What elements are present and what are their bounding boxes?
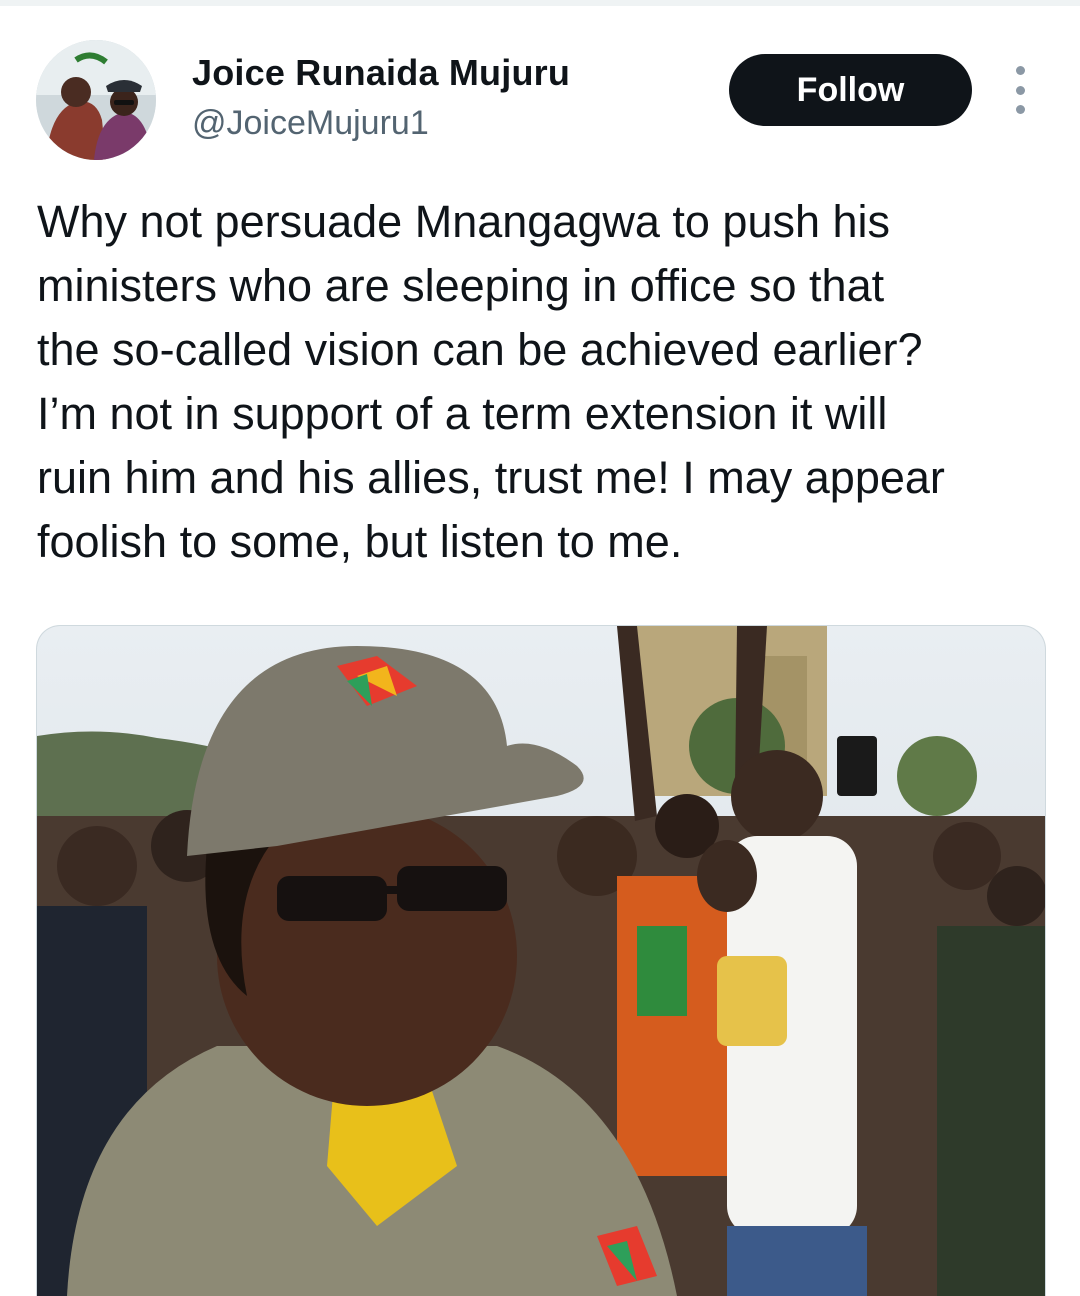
more-dot [1015,85,1025,95]
top-divider [0,0,1080,6]
more-dot [1015,66,1025,75]
tweet-text: Why not persuade Mnangagwa to push his m… [37,196,945,567]
author-name[interactable]: Joice Runaida Mujuru [192,52,570,94]
more-dot [1015,105,1025,114]
follow-button[interactable]: Follow [729,54,972,126]
avatar[interactable] [36,40,156,160]
more-vertical-icon[interactable] [1004,66,1036,114]
author-handle[interactable]: @JoiceMujuru1 [192,104,429,143]
tweet-photo[interactable] [36,625,1046,1296]
